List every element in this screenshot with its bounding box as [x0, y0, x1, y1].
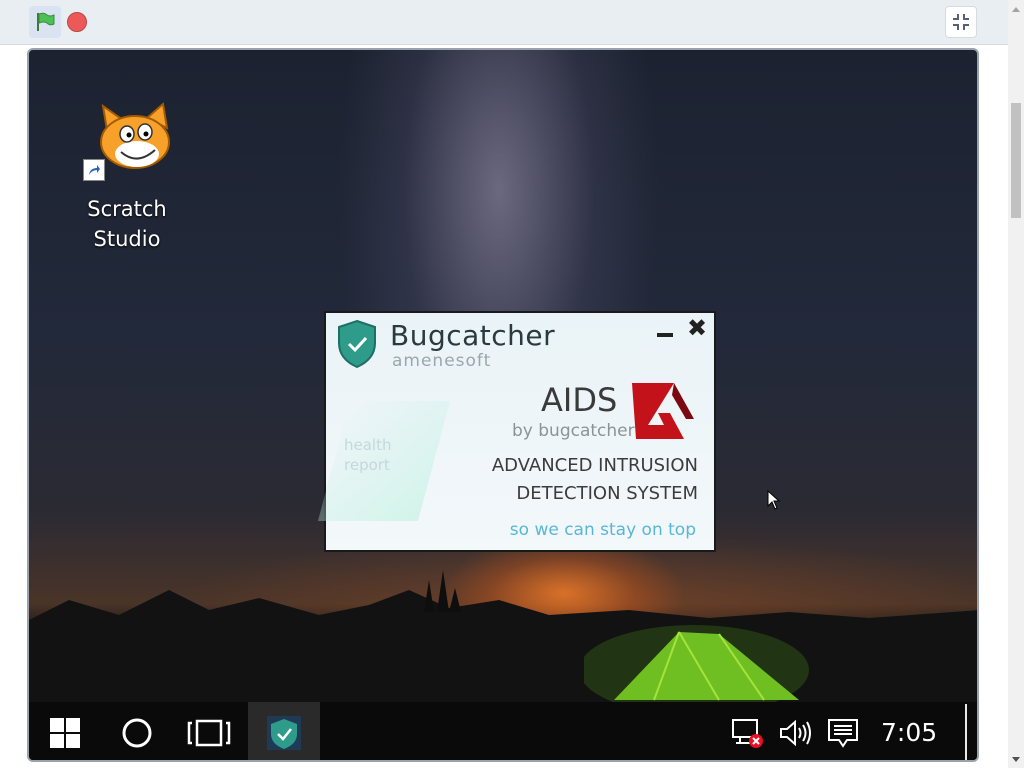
player-controls-bar — [0, 0, 1008, 45]
close-icon[interactable]: ✖ — [685, 315, 709, 341]
stage-desktop[interactable]: Scratch Studio Bugcatcher amenesoft ✖ he… — [27, 48, 979, 762]
aids-logo-icon — [632, 383, 694, 439]
desktop-icon-label-line2: Studio — [93, 227, 161, 251]
stop-button[interactable] — [67, 12, 87, 32]
desktop-icon-label-line1: Scratch — [87, 197, 167, 221]
volume-icon — [780, 719, 811, 747]
product-byline: by bugcatcher — [512, 421, 635, 441]
taskbar-app-bugcatcher[interactable] — [248, 702, 320, 762]
bugcatcher-shield-icon — [338, 319, 376, 369]
popup-brand-title: Bugcatcher — [390, 319, 556, 352]
show-desktop-divider[interactable] — [965, 704, 967, 760]
page-scrollbar[interactable] — [1008, 0, 1024, 768]
scrollbar-thumb[interactable] — [1011, 103, 1021, 218]
network-disconnected-icon — [732, 719, 763, 748]
volume-tray-button[interactable] — [773, 702, 817, 760]
taskbar-clock[interactable]: 7:05 — [881, 702, 937, 760]
scratch-studio-desktop-icon[interactable]: Scratch Studio — [79, 102, 189, 252]
health-line1: health — [344, 436, 392, 454]
shortcut-arrow-icon — [83, 159, 105, 181]
bugcatcher-popup-window: Bugcatcher amenesoft ✖ health report AID… — [317, 311, 716, 552]
scroll-down-arrow-icon[interactable] — [1008, 751, 1024, 768]
exit-fullscreen-button[interactable] — [945, 6, 977, 38]
popup-vendor: amenesoft — [392, 351, 492, 371]
tent-image — [584, 625, 809, 710]
mouse-cursor-icon — [767, 490, 781, 510]
headline-line2: DETECTION SYSTEM — [516, 483, 698, 504]
tagline-link[interactable]: so we can stay on top — [446, 520, 696, 540]
mountain-silhouette — [29, 570, 977, 720]
active-app-indicator — [248, 761, 320, 762]
desktop-icon-label: Scratch Studio — [79, 194, 175, 254]
task-view-button[interactable] — [173, 702, 245, 760]
action-center-button[interactable] — [821, 702, 865, 760]
health-line2: report — [344, 456, 390, 474]
taskbar: 7:05 — [29, 702, 977, 762]
scroll-up-arrow-icon[interactable] — [1008, 0, 1024, 17]
exit-fullscreen-icon — [953, 14, 969, 30]
task-view-icon — [187, 719, 231, 747]
bugcatcher-shield-icon — [267, 716, 301, 750]
start-button[interactable] — [29, 702, 101, 760]
windows-start-icon — [50, 718, 80, 748]
action-center-icon — [828, 719, 858, 748]
health-report-label: health report — [344, 435, 391, 475]
search-button[interactable] — [101, 702, 173, 760]
green-flag-icon — [37, 12, 55, 31]
minimize-icon[interactable] — [655, 317, 675, 341]
cortana-circle-icon — [122, 718, 152, 748]
green-flag-button[interactable] — [29, 6, 61, 38]
headline-line1: ADVANCED INTRUSION — [491, 455, 698, 476]
network-tray-button[interactable] — [725, 702, 769, 760]
product-name: AIDS — [541, 381, 618, 419]
